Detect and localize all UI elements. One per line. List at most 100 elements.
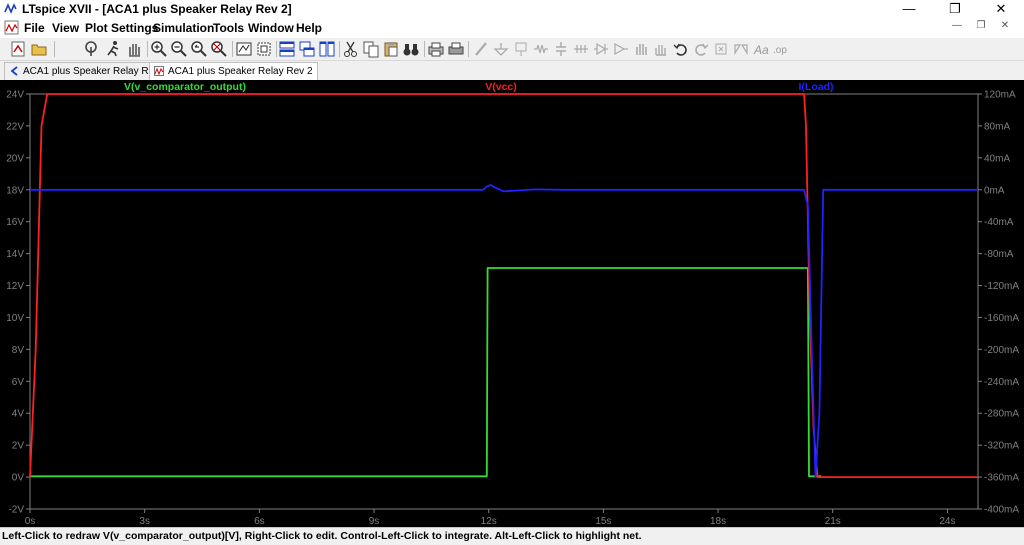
x-tick-label: 18s — [710, 516, 726, 527]
waveform-doc-icon[interactable] — [4, 20, 19, 35]
waveform-chart[interactable]: 0s 3s 6s 9s 12s 15s 18s 21s 24s 24V 22V 20V 18V 16V 14… — [0, 80, 1024, 527]
zoom-in-icon[interactable] — [150, 40, 168, 58]
redo-icon[interactable] — [692, 40, 710, 58]
find-binoculars-icon[interactable] — [402, 40, 420, 58]
y-left-tick-label: 18V — [6, 185, 24, 196]
y-left-tick-label: 14V — [6, 249, 24, 260]
wire-pencil-icon[interactable] — [472, 40, 490, 58]
run-simulation-icon[interactable] — [82, 40, 100, 58]
minimize-button[interactable]: — — [886, 0, 932, 18]
print-icon[interactable] — [427, 40, 445, 58]
text-icon[interactable]: Aa — [752, 40, 770, 58]
label-net-icon[interactable] — [512, 40, 530, 58]
menu-bar: File View Plot Settings Simulation Tools… — [0, 18, 1024, 38]
document-tabs: ACA1 plus Speaker Relay Rev 2 ACA1 plus … — [0, 61, 1024, 80]
mirror-icon[interactable] — [732, 40, 750, 58]
mdi-close-button[interactable]: ✕ — [996, 20, 1014, 31]
tab-label: ACA1 plus Speaker Relay Rev 2 — [168, 66, 313, 77]
x-tick-label: 3s — [139, 516, 150, 527]
y-right-tick-label: -200mA — [984, 345, 1019, 356]
undo-icon[interactable] — [672, 40, 690, 58]
status-bar: Left-Click to redraw V(v_comparator_outp… — [0, 527, 1024, 545]
y-right-tick-label: -360mA — [984, 473, 1019, 484]
open-folder-icon[interactable] — [30, 40, 48, 58]
trace-label[interactable]: V(vcc) — [485, 81, 517, 93]
diode-icon[interactable] — [592, 40, 610, 58]
x-tick-label: 9s — [369, 516, 380, 527]
x-tick-label: 6s — [254, 516, 265, 527]
toolbar-separator — [147, 41, 148, 57]
y-right-tick-label: 80mA — [984, 121, 1010, 132]
spice-directive-icon[interactable]: .op — [772, 40, 790, 58]
y-right-tick-label: -240mA — [984, 377, 1019, 388]
tile-horizontal-icon[interactable] — [278, 40, 296, 58]
capacitor-icon[interactable] — [552, 40, 570, 58]
menu-file[interactable]: File — [24, 21, 45, 35]
menu-simulation[interactable]: Simulation — [153, 21, 214, 35]
x-tick-label: 24s — [939, 516, 955, 527]
trace-v-comparator-output[interactable] — [30, 267, 822, 478]
tab-schematic[interactable]: ACA1 plus Speaker Relay Rev 2 — [4, 62, 173, 80]
trace-label[interactable]: V(v_comparator_output) — [124, 81, 246, 93]
menu-tools[interactable]: Tools — [213, 21, 244, 35]
maximize-button[interactable]: ❐ — [932, 0, 978, 18]
copy-icon[interactable] — [362, 40, 380, 58]
x-tick-label: 12s — [481, 516, 497, 527]
y-left-tick-label: 12V — [6, 281, 24, 292]
tab-waveform[interactable]: ACA1 plus Speaker Relay Rev 2 — [149, 62, 318, 80]
mdi-restore-button[interactable]: ❐ — [972, 20, 990, 31]
y-right-tick-label: 40mA — [984, 153, 1010, 164]
tile-vertical-icon[interactable] — [318, 40, 336, 58]
cut-icon[interactable] — [342, 40, 360, 58]
waveform-plot-pane[interactable]: 0s 3s 6s 9s 12s 15s 18s 21s 24s 24V 22V 20V 18V 16V 14… — [0, 80, 1024, 527]
toolbar-separator — [468, 41, 469, 57]
window-title: LTspice XVII - [ACA1 plus Speaker Relay … — [22, 2, 292, 16]
drag-hand-icon[interactable] — [652, 40, 670, 58]
y-right-tick-label: -40mA — [984, 217, 1014, 228]
y-right-tick-label: -120mA — [984, 281, 1019, 292]
trace-i-load[interactable] — [30, 184, 978, 479]
y-right-tick-label: 0mA — [984, 185, 1005, 196]
mdi-minimize-button[interactable]: — — [948, 20, 966, 31]
zoom-out-icon[interactable] — [170, 40, 188, 58]
pan-hand-icon[interactable] — [125, 40, 143, 58]
menu-plot-settings[interactable]: Plot Settings — [85, 21, 158, 35]
y-left-tick-label: 8V — [12, 345, 25, 356]
resistor-icon[interactable] — [532, 40, 550, 58]
component-icon[interactable] — [612, 40, 630, 58]
manual-limits-icon[interactable] — [255, 40, 273, 58]
x-tick-label: 0s — [25, 516, 36, 527]
halt-simulation-icon[interactable] — [104, 40, 122, 58]
y-left-tick-label: -2V — [8, 505, 24, 516]
toolbar-separator — [54, 41, 55, 57]
new-schematic-icon[interactable] — [9, 40, 27, 58]
ground-icon[interactable] — [492, 40, 510, 58]
zoom-fit-icon[interactable] — [210, 40, 228, 58]
toolbar-separator — [424, 41, 425, 57]
rotate-icon[interactable] — [712, 40, 730, 58]
cascade-windows-icon[interactable] — [298, 40, 316, 58]
y-left-tick-label: 4V — [12, 409, 25, 420]
y-right-tick-label: -160mA — [984, 313, 1019, 324]
y-right-tick-label: -80mA — [984, 249, 1014, 260]
y-left-tick-label: 0V — [12, 473, 25, 484]
waveform-tab-icon — [154, 66, 164, 76]
paste-icon[interactable] — [382, 40, 400, 58]
title-bar: LTspice XVII - [ACA1 plus Speaker Relay … — [0, 0, 1024, 18]
close-button[interactable]: ✕ — [978, 0, 1024, 18]
inductor-icon[interactable] — [572, 40, 590, 58]
trace-label[interactable]: I(Load) — [799, 81, 834, 93]
menu-help[interactable]: Help — [296, 21, 322, 35]
toolbar: Aa .op — [0, 38, 1024, 61]
menu-view[interactable]: View — [52, 21, 79, 35]
y-left-tick-label: 10V — [6, 313, 24, 324]
autorange-icon[interactable] — [235, 40, 253, 58]
zoom-back-icon[interactable] — [190, 40, 208, 58]
menu-window[interactable]: Window — [248, 21, 294, 35]
plot-frame — [29, 93, 979, 510]
y-left-tick-label: 16V — [6, 217, 24, 228]
move-hand-icon[interactable] — [632, 40, 650, 58]
print-setup-icon[interactable] — [447, 40, 465, 58]
trace-v-vcc[interactable] — [29, 93, 978, 479]
svg-text:Aa: Aa — [753, 43, 769, 57]
